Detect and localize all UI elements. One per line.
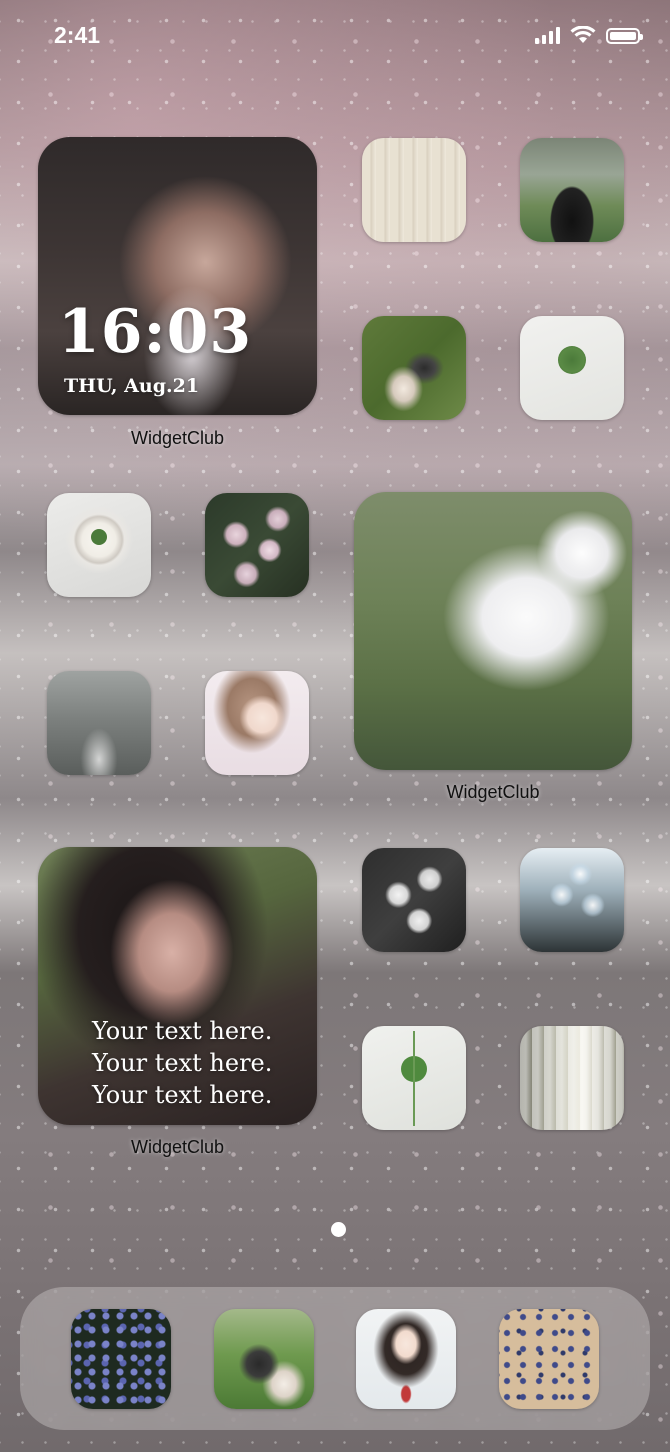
clover-icon: [91, 529, 107, 545]
app-clover-leaf[interactable]: [520, 316, 624, 420]
app-anime-girl-braid[interactable]: [205, 671, 309, 775]
app-sheer-curtain[interactable]: [520, 1026, 624, 1130]
app-shoes-on-grass[interactable]: [362, 316, 466, 420]
dock-app-floral-pattern[interactable]: [499, 1309, 599, 1409]
text-widget[interactable]: Your text here. Your text here. Your tex…: [38, 847, 317, 1125]
app-clover-latte[interactable]: [47, 493, 151, 597]
app-knit-texture[interactable]: [362, 138, 466, 242]
clock-date: THU, Aug.21: [64, 375, 200, 397]
text-line: Your text here.: [92, 1049, 273, 1077]
app-clover-plant[interactable]: [362, 1026, 466, 1130]
dock-app-anime-girl-uniform[interactable]: [356, 1309, 456, 1409]
status-time: 2:41: [54, 22, 101, 48]
clock-time: 16:03: [58, 297, 253, 367]
signal-icon: [535, 26, 560, 44]
text-line: Your text here.: [92, 1081, 273, 1109]
clock-widget-label: WidgetClub: [130, 428, 225, 448]
status-icons: [535, 26, 643, 44]
text-line: Your text here.: [92, 1017, 273, 1045]
dock-app-blue-flowers[interactable]: [71, 1309, 171, 1409]
app-pink-roses[interactable]: [205, 493, 309, 597]
dock: [20, 1287, 650, 1430]
cat-widget[interactable]: [354, 492, 632, 770]
text-widget-label: WidgetClub: [130, 1137, 225, 1157]
status-bar: 2:41: [0, 0, 670, 72]
page-indicator-dot[interactable]: [331, 1222, 346, 1237]
clock-widget[interactable]: 16:03 THU, Aug.21: [38, 137, 317, 415]
clover-icon: [558, 346, 586, 374]
dock-app-girl-in-grass[interactable]: [214, 1309, 314, 1409]
app-grey-sea[interactable]: [47, 671, 151, 775]
app-girl-with-camera[interactable]: [520, 138, 624, 242]
cat-widget-label: WidgetClub: [446, 782, 540, 802]
clover-stem: [413, 1031, 415, 1126]
app-white-roses[interactable]: [362, 848, 466, 952]
wifi-icon: [570, 26, 596, 43]
app-glass-wind-chimes[interactable]: [520, 848, 624, 952]
text-widget-lines: Your text here. Your text here. Your tex…: [92, 1015, 272, 1111]
battery-icon: [606, 28, 643, 44]
